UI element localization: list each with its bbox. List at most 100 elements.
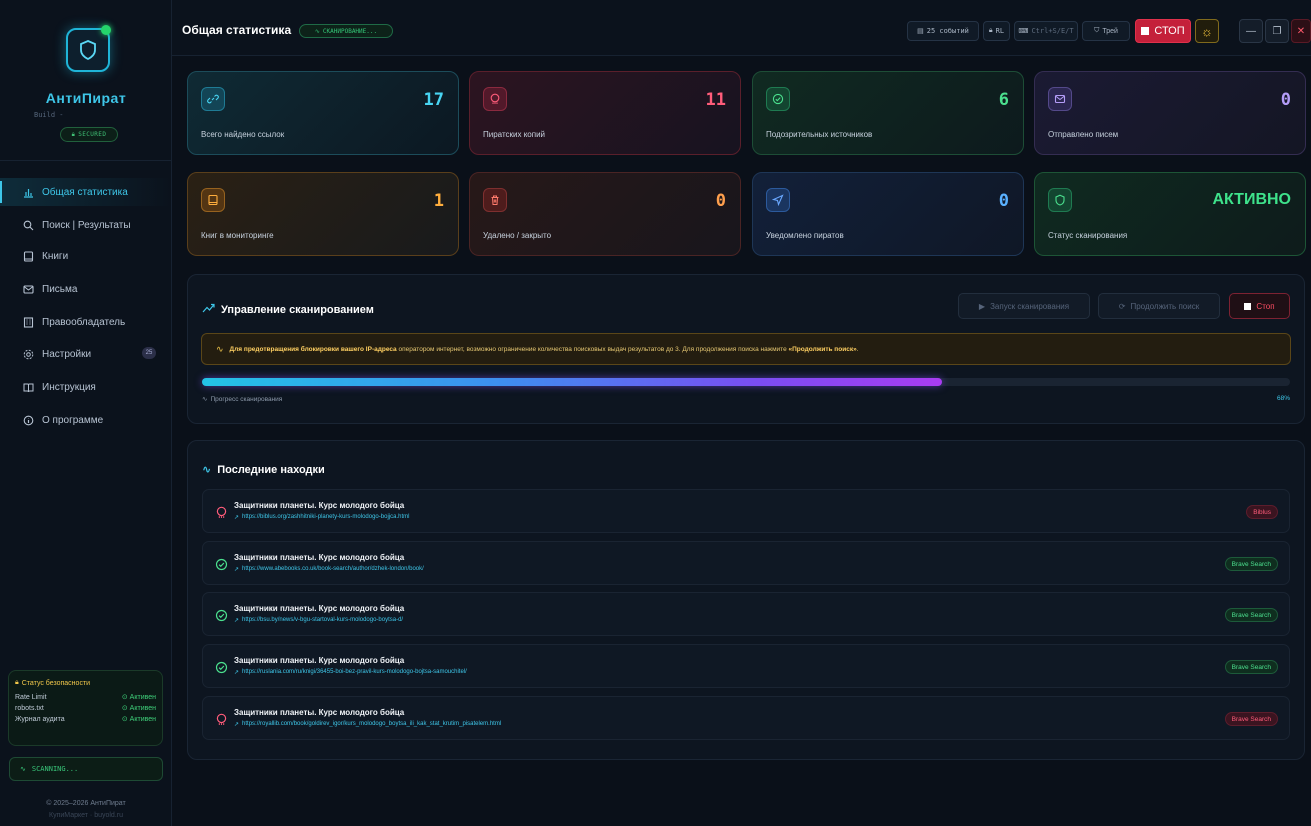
security-row-name: Журнал аудита [15,716,65,723]
security-title-label: Статус безопасности [21,679,91,687]
warning-bold: «Продолжить поиск» [788,345,857,353]
minimize-button[interactable]: — [1239,19,1263,43]
start-scan-button[interactable]: ▶ Запуск сканирования [958,293,1090,319]
minimize-icon: — [1246,25,1256,37]
play-icon: ▶ [978,301,986,311]
settings-count-badge: 25 [142,347,156,359]
stat-card-scan-status[interactable]: АКТИВНО Статус сканирования [1034,172,1306,256]
stat-card-notified[interactable]: 0 Уведомлено пиратов [752,172,1024,256]
stat-card-letters[interactable]: 0 Отправлено писем [1034,71,1306,155]
finding-row[interactable]: Защитники планеты. Курс молодого бойца ↗… [202,696,1290,740]
tray-button[interactable]: ⛉ Трей [1082,21,1130,41]
stat-label: Подозрительных источников [766,130,873,139]
security-row-status: ⊙ Активен [121,694,156,701]
stat-label: Отправлено писем [1048,130,1119,139]
security-row: Журнал аудита ⊙ Активен [15,714,156,725]
findings-title-label: Последние находки [217,463,325,476]
finding-row[interactable]: Защитники планеты. Курс молодого бойца ↗… [202,592,1290,636]
sidebar-item-books[interactable]: Книги [0,242,172,270]
finding-row[interactable]: Защитники планеты. Курс молодого бойца ↗… [202,644,1290,688]
scanning-label: SCANNING... [31,765,79,773]
scan-status-badge: ∿ СКАНИРОВАНИЕ... [299,24,393,38]
rate-limit-button[interactable]: 🔒︎ RL [983,21,1010,41]
stat-label: Книг в мониторинге [201,231,274,240]
sidebar-item-label: Письма [42,283,78,295]
check-circle-icon [766,87,790,111]
external-link-icon: ↗ [234,722,240,728]
check-circle-icon [214,608,228,622]
shield-icon: ⛉ [1094,27,1100,34]
stat-card-removed[interactable]: 0 Удалено / закрыто [469,172,741,256]
sidebar-item-search[interactable]: Поиск | Результаты [0,211,172,239]
stat-label: Пиратских копий [483,130,546,139]
finding-link[interactable]: ↗ https://bsu.by/news/v-bgu-startoval-kur… [234,617,403,624]
security-row: Rate Limit ⊙ Активен [15,692,156,703]
info-icon [22,414,34,426]
maximize-button[interactable]: ❐ [1265,19,1289,43]
restore-icon: ❐ [1272,25,1282,37]
theme-toggle[interactable]: ☼ [1195,19,1219,43]
book-icon [22,250,34,262]
hotkeys-label: Ctrl+S/E/T [1031,27,1074,35]
scan-panel-title: Управление сканированием [202,303,374,316]
security-status-title: 🔒︎ Статус безопасности [15,679,156,687]
lock-icon: 🔒︎ [988,27,993,34]
finding-link[interactable]: ↗ https://biblus.org/zashhitniki-planety-… [234,514,409,521]
sidebar-item-statistics[interactable]: Общая статистика [0,178,172,206]
keyboard-icon: ⌨ [1018,28,1029,35]
finding-url: https://ruslania.com/ru/knigi/36455-boi-… [242,669,467,675]
rate-limit-warning: ∿ Для предотвращения блокировки вашего I… [201,333,1291,365]
mail-icon [1048,87,1072,111]
scan-panel-title-label: Управление сканированием [221,303,374,316]
stat-card-suspicious[interactable]: 6 Подозрительных источников [752,71,1024,155]
hotkeys-button[interactable]: ⌨ Ctrl+S/E/T [1014,21,1078,41]
stop-button[interactable]: СТОП [1135,19,1191,43]
stat-value: 6 [998,90,1009,110]
finding-title: Защитники планеты. Курс молодого бойца [234,553,405,562]
shield-icon [1048,188,1072,212]
scanning-indicator: ∿ SCANNING... [9,757,163,781]
stat-label: Всего найдено ссылок [201,130,285,139]
finding-link[interactable]: ↗ https://royallib.com/book/goldirev_igor… [234,721,501,728]
source-badge: Brave Search [1224,608,1278,622]
stat-card-pirate[interactable]: 11 Пиратских копий [469,71,741,155]
send-icon [766,188,790,212]
sidebar-item-settings[interactable]: Настройки 25 [0,340,172,368]
finding-row[interactable]: Защитники планеты. Курс молодого бойца ↗… [202,541,1290,585]
close-button[interactable]: ✕ [1291,19,1311,43]
scan-progress-fill [202,378,942,386]
sun-icon: ☼ [1201,23,1213,39]
search-icon [22,219,34,231]
stop-label: СТОП [1154,25,1185,37]
build-label: Build - [34,111,64,119]
sidebar-item-letters[interactable]: Письма [0,275,172,303]
divider [0,160,172,161]
finding-title: Защитники планеты. Курс молодого бойца [234,708,405,717]
scan-stop-button[interactable]: Стоп [1229,293,1290,319]
page-title: Общая статистика [182,23,292,37]
sidebar-item-about[interactable]: О программе [0,406,172,434]
finding-link[interactable]: ↗ https://ruslania.com/ru/knigi/36455-boi… [234,669,467,676]
pulse-icon: ∿ [20,765,26,773]
continue-search-label: Продолжить поиск [1130,301,1200,311]
sidebar-item-rightholder[interactable]: Правообладатель [0,308,172,336]
online-indicator [101,25,111,35]
security-status-panel: 🔒︎ Статус безопасности Rate Limit ⊙ Активе… [8,670,163,746]
continue-search-button[interactable]: ⟳ Продолжить поиск [1098,293,1220,319]
events-button[interactable]: ▤ 25 событий [907,21,979,41]
stat-label: Уведомлено пиратов [766,231,844,240]
topbar: Общая статистика ∿ СКАНИРОВАНИЕ... ▤ 25 со… [172,0,1311,56]
start-scan-label: Запуск сканирования [990,301,1070,311]
scan-stop-label: Стоп [1256,301,1275,311]
finding-link[interactable]: ↗ https://www.abebooks.co.uk/book-search/… [234,566,424,573]
stat-card-monitoring[interactable]: 1 Книг в мониторинге [187,172,459,256]
sidebar-item-instructions[interactable]: Инструкция [0,373,172,401]
security-row-status: ⊙ Активен [121,705,156,712]
external-link-icon: ↗ [234,670,240,676]
stat-card-links[interactable]: 17 Всего найдено ссылок [187,71,459,155]
clipboard-icon: ▤ [917,28,924,35]
finding-row[interactable]: Защитники планеты. Курс молодого бойца ↗… [202,489,1290,533]
source-badge: Brave Search [1224,557,1278,571]
scan-progress-label: ∿ Прогресс сканирования [202,395,282,404]
scan-progress-percent: 68% [1276,395,1290,402]
